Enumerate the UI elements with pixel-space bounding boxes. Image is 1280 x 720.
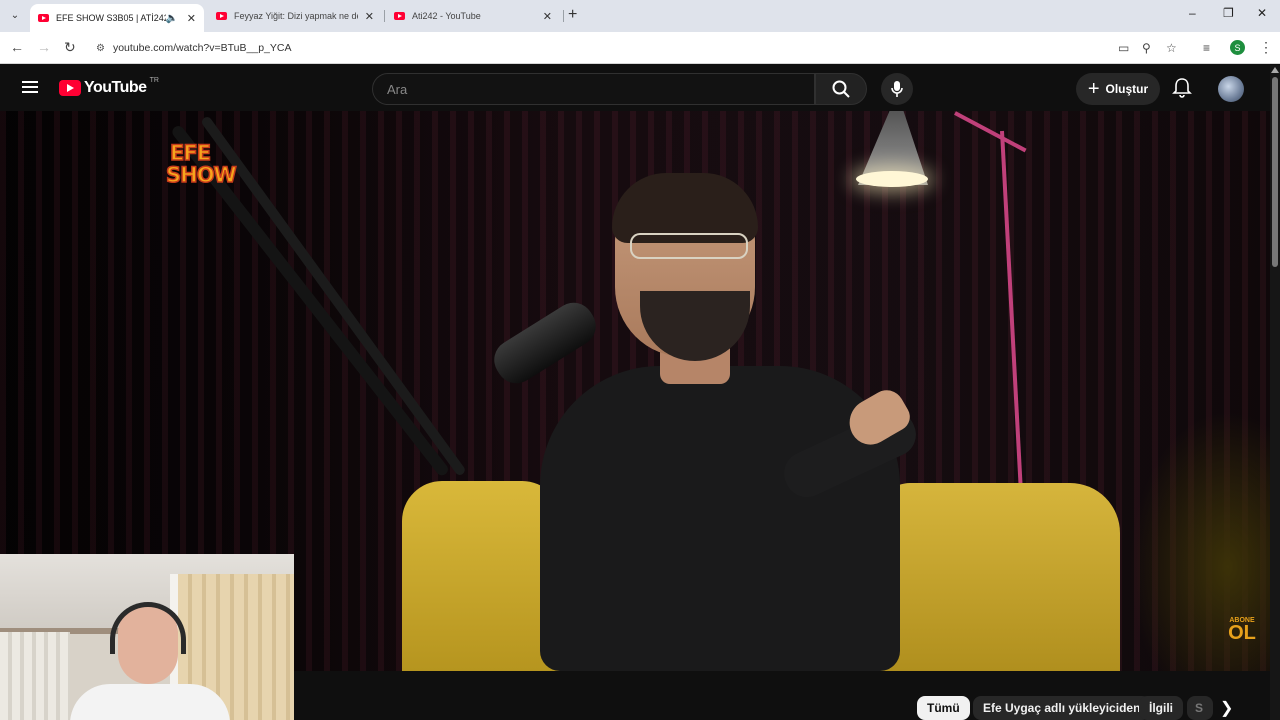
youtube-play-icon [59,80,81,96]
youtube-favicon-icon [38,14,49,22]
tab-search-button[interactable]: ⌄ [6,6,24,24]
chip-partial[interactable]: S [1187,696,1213,720]
plus-icon: + [1087,78,1100,100]
browser-tabstrip: ⌄ EFE SHOW S3B05 | ATİ242 - 🔈 ✕ Feyyaz Y… [0,0,1280,32]
microphone-icon [891,81,903,97]
forward-arrow-icon[interactable]: → [37,39,51,55]
chevron-right-icon[interactable]: ❯ [1220,698,1233,718]
zoom-icon[interactable]: ⚲ [1142,41,1151,55]
kebab-icon[interactable]: ⋮ [1259,39,1273,56]
restore-button[interactable]: ❐ [1223,6,1234,20]
tab-title: Ati242 - YouTube [412,11,481,21]
subscribe-big-text: OL [1228,622,1256,644]
minimize-button[interactable]: – [1189,6,1196,20]
watermark-line-1: EFE [169,140,212,166]
account-avatar[interactable] [1218,76,1244,102]
page-scrollbar[interactable] [1270,65,1280,720]
youtube-logo-text: YouTube [84,79,147,96]
search-input[interactable]: Ara [372,73,815,105]
scrollbar-thumb[interactable] [1272,77,1278,267]
scroll-up-arrow-icon[interactable] [1271,67,1279,73]
new-tab-button[interactable]: + [568,6,577,24]
webcam-person-shirt [70,684,230,720]
tab-title: EFE SHOW S3B05 | ATİ242 - [56,13,166,23]
youtube-favicon-icon [216,12,227,20]
channel-watermark-logo: EFE SHOW [165,140,248,197]
close-icon[interactable]: ✕ [365,10,374,23]
tab-title: Feyyaz Yiğit: Dizi yapmak ne de [234,11,358,21]
search-icon [832,80,850,98]
bell-icon[interactable] [1172,77,1192,99]
tune-icon[interactable]: ⚙ [96,43,105,54]
country-code: TR [149,76,159,84]
webcam-overlay [0,554,294,720]
close-icon[interactable]: ✕ [543,10,552,23]
reading-list-icon[interactable]: ≡ [1203,41,1210,55]
youtube-masthead: YouTube TR Ara + Oluştur [0,65,1280,111]
speaker-icon[interactable]: 🔈 [166,13,178,24]
watermark-line-2: SHOW [165,162,237,188]
reload-icon[interactable]: ↻ [64,39,76,56]
chip-from-uploader[interactable]: Efe Uygaç adlı yükleyiciden [973,696,1151,720]
video-chair-left [402,481,562,671]
profile-avatar[interactable]: S [1230,40,1245,55]
url-text[interactable]: youtube.com/watch?v=BTuB__p_YCA [113,42,292,54]
create-label: Oluştur [1105,82,1149,96]
hamburger-menu-icon[interactable] [22,81,38,93]
chevron-down-icon: ⌄ [10,9,20,21]
webcam-curtain-left [0,632,70,720]
youtube-logo[interactable]: YouTube TR [59,76,159,97]
create-button[interactable]: + Oluştur [1076,73,1160,105]
youtube-favicon-icon [394,12,405,20]
tab-separator [384,10,385,22]
chip-related[interactable]: İlgili [1139,696,1183,720]
browser-tab-efe-show[interactable]: EFE SHOW S3B05 | ATİ242 - 🔈 ✕ [30,4,204,32]
cast-icon[interactable]: ▭ [1118,41,1129,55]
close-icon[interactable]: ✕ [187,12,196,25]
search-button[interactable] [815,73,867,105]
video-person-torso [540,366,900,671]
video-person-glasses [630,233,748,259]
voice-search-button[interactable] [881,73,913,105]
browser-tab-feyyaz[interactable]: Feyyaz Yiğit: Dizi yapmak ne de ✕ [208,4,382,28]
tab-separator [563,10,564,22]
browser-tab-ati242[interactable]: Ati242 - YouTube ✕ [386,4,560,28]
video-chair-right [880,483,1120,671]
address-bar[interactable]: ⚙ youtube.com/watch?v=BTuB__p_YCA [90,36,1190,60]
browser-toolbar: ← → ↻ ⚙ youtube.com/watch?v=BTuB__p_YCA … [0,32,1280,64]
search-placeholder: Ara [387,81,408,97]
star-icon[interactable]: ☆ [1166,41,1177,55]
back-arrow-icon[interactable]: ← [10,39,24,55]
video-lamp-bulb [856,171,928,187]
chip-all[interactable]: Tümü [917,696,970,720]
subscribe-watermark[interactable]: ABONE OL [1222,617,1262,644]
window-close-button[interactable]: ✕ [1257,6,1267,20]
